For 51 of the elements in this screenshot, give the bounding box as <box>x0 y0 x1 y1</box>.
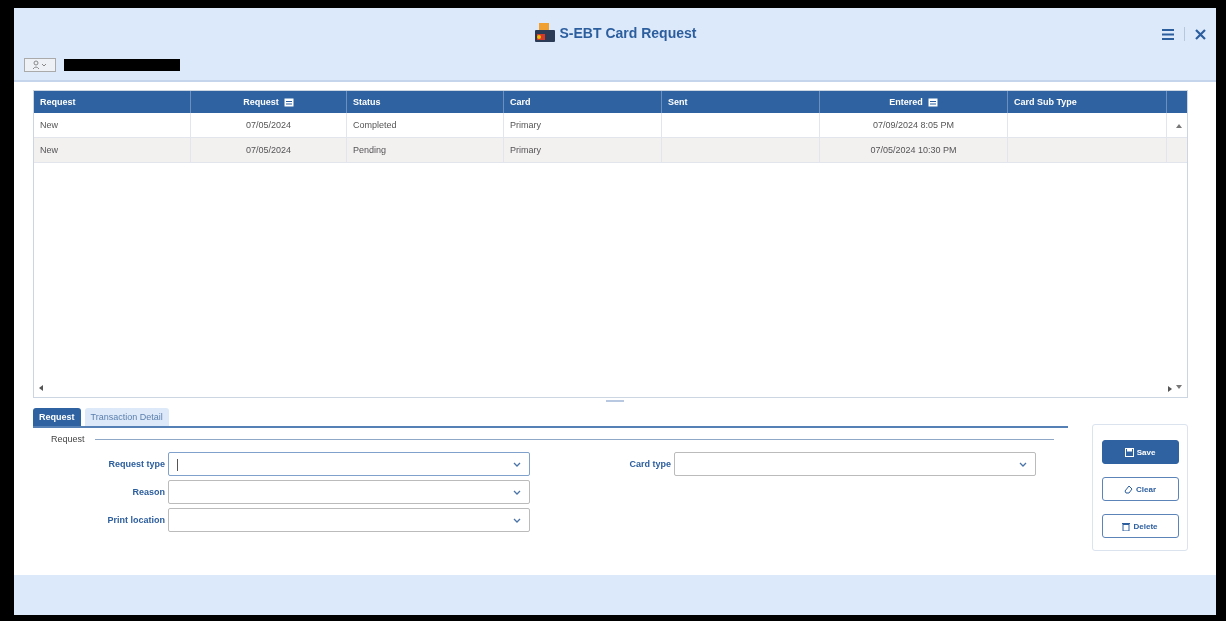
table-cell: 07/05/2024 <box>245 145 291 155</box>
menu-icon[interactable] <box>1162 28 1174 40</box>
dropdown-field[interactable] <box>168 452 530 476</box>
delete-button[interactable]: Delete <box>1101 514 1179 538</box>
calendar-icon[interactable] <box>283 97 294 107</box>
column-header[interactable]: Sent <box>662 91 820 113</box>
table-row[interactable]: New 07/05/2024 Pending Primary 07/05/2024 10:30 PM <box>34 138 1187 163</box>
table-cell: Pending <box>353 145 387 155</box>
scroll-up-icon[interactable] <box>1176 124 1182 128</box>
scroll-down-icon[interactable] <box>1176 385 1182 389</box>
save-button[interactable]: Save <box>1101 440 1179 464</box>
table-cell: New <box>40 145 58 155</box>
save-icon <box>1124 447 1134 457</box>
field-label: Reason <box>131 487 165 497</box>
chevron-down-icon[interactable] <box>1019 462 1027 467</box>
table-cell: New <box>40 120 58 130</box>
table-cell: Completed <box>353 120 397 130</box>
chevron-down-icon[interactable] <box>513 518 521 523</box>
field-label: Request type <box>107 459 165 469</box>
column-header[interactable]: Request <box>191 91 347 113</box>
user-icon <box>32 60 48 70</box>
column-header[interactable]: Card Sub Type <box>1008 91 1167 113</box>
window-title: S-EBT Card Request <box>559 25 697 41</box>
trash-icon <box>1122 521 1131 531</box>
scroll-left-icon[interactable] <box>39 385 43 391</box>
dropdown-field[interactable] <box>674 452 1036 476</box>
field-label: Card type <box>628 459 671 469</box>
tab[interactable]: Request <box>33 408 81 426</box>
table-cell: 07/09/2024 8:05 PM <box>872 120 955 130</box>
table-cell: Primary <box>510 145 541 155</box>
column-header[interactable]: Request <box>34 91 191 113</box>
dropdown-field[interactable] <box>168 480 530 504</box>
splitter-handle[interactable] <box>606 400 624 402</box>
table-cell: 07/05/2024 10:30 PM <box>870 145 957 155</box>
scroll-right-icon[interactable] <box>1168 386 1172 392</box>
column-header[interactable]: Card <box>504 91 662 113</box>
chevron-down-icon[interactable] <box>513 462 521 467</box>
close-icon[interactable] <box>1195 28 1206 40</box>
table-cell: 07/05/2024 <box>245 120 291 130</box>
column-header[interactable]: Entered <box>820 91 1008 113</box>
card-logo-icon <box>533 22 556 44</box>
clear-button[interactable]: Clear <box>1101 477 1179 501</box>
tab[interactable]: Transaction Detail <box>84 408 169 426</box>
table-cell: Primary <box>510 120 541 130</box>
section-title: Request <box>51 434 85 444</box>
calendar-icon[interactable] <box>927 97 938 107</box>
field-label: Print location <box>106 515 165 525</box>
eraser-icon <box>1124 484 1133 494</box>
chevron-down-icon[interactable] <box>513 490 521 495</box>
column-header[interactable]: Status <box>347 91 504 113</box>
dropdown-field[interactable] <box>168 508 530 532</box>
